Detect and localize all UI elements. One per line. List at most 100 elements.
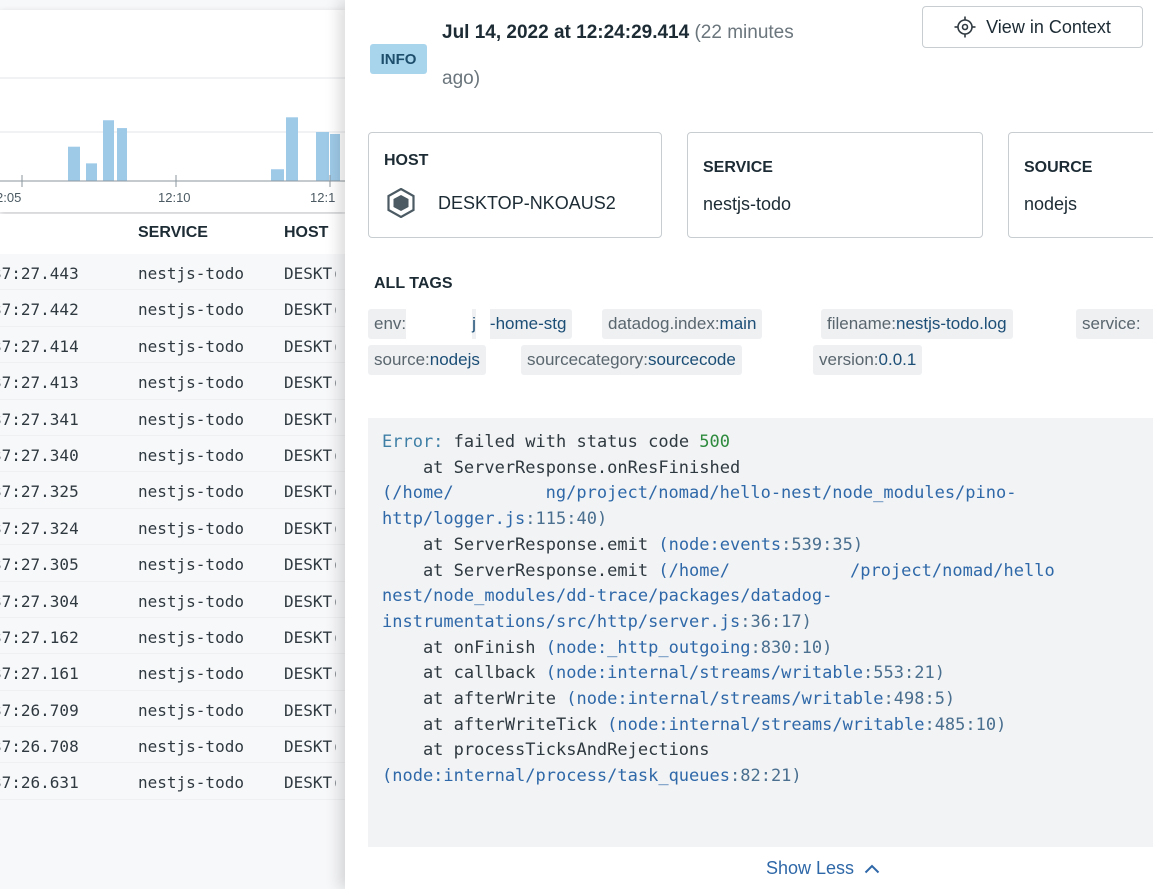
log-row[interactable]: 37:27.413 nestjs-todo DESKT( xyxy=(0,363,345,400)
log-time: 37:27.161 xyxy=(0,664,79,684)
service-label: SERVICE xyxy=(703,159,773,176)
tag-value: -home-stg xyxy=(489,314,567,333)
log-row[interactable]: 37:26.708 nestjs-todo DESKT( xyxy=(0,727,345,764)
service-value: nestjs-todo xyxy=(703,194,792,214)
tag-sourcecategory[interactable]: sourcecategory:sourcecode xyxy=(521,345,742,375)
tag-key: env: xyxy=(374,314,407,333)
log-row[interactable]: 37:26.709 nestjs-todo DESKT( xyxy=(0,691,345,728)
histogram-bar[interactable] xyxy=(271,169,284,181)
chevron-up-icon xyxy=(864,864,880,873)
log-service: nestjs-todo xyxy=(138,409,244,429)
log-host: DESKT( xyxy=(284,555,336,575)
source-label: SOURCE xyxy=(1024,159,1093,176)
log-host: DESKT( xyxy=(284,409,336,429)
log-list-header: SERVICE HOST xyxy=(0,214,345,254)
log-time: 37:27.341 xyxy=(0,409,79,429)
log-row[interactable]: 37:27.304 nestjs-todo DESKT( xyxy=(0,582,345,618)
log-service: nestjs-todo xyxy=(138,591,244,611)
view-in-context-label: View in Context xyxy=(986,16,1111,37)
log-host: DESKT( xyxy=(284,518,336,538)
histogram-bar[interactable] xyxy=(330,133,340,181)
source-value: nodejs xyxy=(1024,194,1078,214)
log-row[interactable]: 37:27.161 nestjs-todo DESKT( xyxy=(0,654,345,691)
tag-value: nestjs-todo.log xyxy=(895,314,1007,333)
log-time: 37:26.709 xyxy=(0,700,79,720)
target-icon xyxy=(954,16,976,38)
log-row[interactable]: 37:27.324 nestjs-todo DESKT( xyxy=(0,509,345,546)
log-host: DESKT( xyxy=(284,482,336,502)
log-time: 37:26.631 xyxy=(0,773,79,793)
tag-value: sourcecode xyxy=(647,350,736,369)
timestamp-relative: (22 minutes xyxy=(694,22,794,43)
log-service: nestjs-todo xyxy=(138,336,244,356)
log-service: nestjs-todo xyxy=(138,773,244,793)
histogram-bar[interactable] xyxy=(286,117,298,181)
tag-key: datadog.index: xyxy=(608,314,720,333)
log-time: 37:27.442 xyxy=(0,300,79,320)
log-host: DESKT( xyxy=(284,737,336,757)
log-host: DESKT( xyxy=(284,664,336,684)
tag-key: version: xyxy=(819,350,879,369)
log-host: DESKT( xyxy=(284,445,336,465)
tag-source[interactable]: source:nodejs xyxy=(368,345,486,375)
log-host: DESKT( xyxy=(284,700,336,720)
log-rows: 37:27.443 nestjs-todo DESKT(37:27.442 nestj… xyxy=(0,254,345,800)
histogram-bar[interactable] xyxy=(316,132,329,181)
histogram-bar[interactable] xyxy=(86,163,97,181)
host-card[interactable]: HOST DESKTOP-NKOAUS2 xyxy=(368,132,662,238)
tag-version[interactable]: version:0.0.1 xyxy=(813,345,923,375)
status-badge: INFO xyxy=(370,44,427,74)
log-message-stack-trace[interactable]: Error: failed with status code 500 at Se… xyxy=(368,418,1153,847)
log-host: DESKT( xyxy=(284,264,336,283)
log-row[interactable]: 37:27.162 nestjs-todo DESKT( xyxy=(0,618,345,655)
log-service: nestjs-todo xyxy=(138,264,244,283)
tag-env[interactable]: env: j -home-stg xyxy=(368,309,573,339)
tag-filename[interactable]: filename:nestjs-todo.log xyxy=(821,309,1013,339)
x-tick-label: 12:10 xyxy=(158,190,191,205)
tag-key: filename: xyxy=(827,314,896,333)
log-time: 37:26.708 xyxy=(0,737,79,757)
show-less-button[interactable]: Show Less xyxy=(766,858,880,879)
source-card[interactable]: SOURCE nodejs xyxy=(1008,132,1153,238)
all-tags-title: ALL TAGS xyxy=(374,275,453,292)
log-row[interactable]: 37:27.443 nestjs-todo DESKT( xyxy=(0,254,345,291)
log-time: 37:27.413 xyxy=(0,373,79,393)
log-row[interactable]: 37:27.340 nestjs-todo DESKT( xyxy=(0,436,345,473)
show-less-label: Show Less xyxy=(766,858,855,878)
column-header-service[interactable]: SERVICE xyxy=(138,224,208,242)
service-card[interactable]: SERVICE nestjs-todo xyxy=(687,132,983,238)
view-in-context-button[interactable]: View in Context xyxy=(922,6,1143,48)
log-time: 37:27.305 xyxy=(0,555,79,575)
histogram-bar[interactable] xyxy=(68,146,80,181)
column-header-host[interactable]: HOST xyxy=(284,224,328,242)
log-service: nestjs-todo xyxy=(138,445,244,465)
tag-service[interactable]: service: xyxy=(1076,309,1153,339)
histogram-bar[interactable] xyxy=(117,128,127,181)
log-volume-histogram[interactable]: 2:05 12:10 12:1 xyxy=(0,10,345,212)
log-time: 37:27.340 xyxy=(0,445,79,465)
tag-key: source: xyxy=(374,350,430,369)
log-service: nestjs-todo xyxy=(138,737,244,757)
log-host: DESKT( xyxy=(284,336,336,356)
log-time: 37:27.414 xyxy=(0,336,79,356)
log-time: 37:27.324 xyxy=(0,518,79,538)
tag-key: service: xyxy=(1082,314,1141,333)
log-row[interactable]: 37:27.414 nestjs-todo DESKT( xyxy=(0,327,345,364)
log-time: 37:27.304 xyxy=(0,591,79,611)
log-service: nestjs-todo xyxy=(138,700,244,720)
x-tick-label: 12:1 xyxy=(310,190,335,205)
log-service: nestjs-todo xyxy=(138,373,244,393)
host-value: DESKTOP-NKOAUS2 xyxy=(438,193,616,213)
log-host: DESKT( xyxy=(284,627,336,647)
tag-value: 0.0.1 xyxy=(878,350,917,369)
log-row[interactable]: 37:27.325 nestjs-todo DESKT( xyxy=(0,472,345,509)
log-row[interactable]: 37:27.305 nestjs-todo DESKT( xyxy=(0,545,345,582)
log-row[interactable]: 37:27.442 nestjs-todo DESKT( xyxy=(0,290,345,327)
log-row[interactable]: 37:27.341 nestjs-todo DESKT( xyxy=(0,400,345,436)
log-host: DESKT( xyxy=(284,591,336,611)
log-list-panel: 2:05 12:10 12:1 SERVICE HOST 37:27.443 nest… xyxy=(0,0,345,889)
tag-datadog-index[interactable]: datadog.index:main xyxy=(602,309,763,339)
histogram-bar[interactable] xyxy=(103,120,114,181)
log-host: DESKT( xyxy=(284,373,336,393)
log-row[interactable]: 37:26.631 nestjs-todo DESKT( xyxy=(0,763,345,800)
